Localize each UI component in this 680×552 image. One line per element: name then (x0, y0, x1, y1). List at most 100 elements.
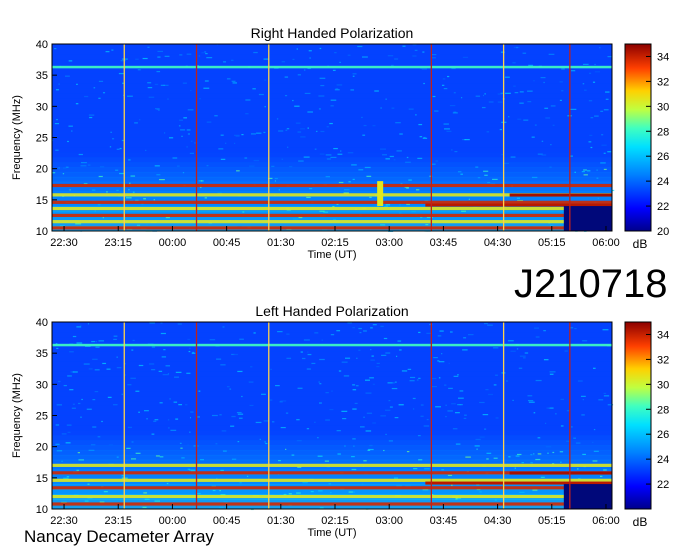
noise-speckle (600, 110, 604, 112)
noise-speckle (61, 433, 67, 435)
noise-speckle (306, 428, 310, 430)
noise-speckle (187, 133, 190, 135)
noise-speckle (561, 68, 565, 70)
noise-speckle (584, 89, 587, 91)
noise-speckle (319, 402, 322, 404)
noise-speckle (581, 414, 585, 416)
noise-speckle (233, 353, 238, 356)
noise-speckle (317, 437, 319, 439)
noise-speckle (237, 440, 240, 443)
noise-speckle (333, 147, 338, 150)
instrument-credit: Nancay Decameter Array (24, 527, 214, 546)
rfi-band (52, 220, 612, 224)
noise-speckle (383, 449, 385, 452)
noise-speckle (111, 49, 114, 51)
noise-speckle (423, 82, 425, 85)
noise-speckle (421, 68, 427, 70)
noise-speckle (531, 136, 535, 138)
noise-speckle (127, 384, 132, 386)
colorbar-label: dB (633, 515, 648, 529)
noise-speckle (574, 327, 577, 330)
noise-speckle (88, 449, 95, 451)
noise-speckle (519, 102, 524, 104)
noise-speckle (318, 490, 323, 492)
noise-speckle (296, 440, 302, 442)
noise-speckle (475, 438, 481, 441)
rfi-band (52, 478, 612, 482)
noise-speckle (417, 157, 423, 160)
noise-speckle (252, 88, 256, 90)
noise-speckle (309, 57, 311, 59)
noise-speckle (68, 60, 73, 62)
noise-speckle (358, 349, 361, 351)
noise-speckle (186, 53, 192, 55)
noise-speckle (135, 199, 139, 201)
noise-speckle (325, 154, 332, 156)
noise-speckle (297, 131, 302, 133)
noise-speckle (154, 419, 159, 421)
noise-speckle (382, 154, 387, 156)
noise-speckle (116, 148, 120, 150)
noise-speckle (177, 165, 180, 167)
y-tick-label: 40 (36, 39, 48, 51)
noise-speckle (284, 95, 288, 97)
noise-speckle (406, 156, 409, 159)
noise-speckle (352, 408, 357, 410)
noise-speckle (494, 499, 497, 501)
noise-speckle (69, 351, 74, 353)
noise-speckle (537, 437, 541, 439)
noise-speckle (94, 390, 99, 393)
noise-speckle (412, 397, 416, 400)
noise-speckle (477, 177, 481, 179)
noise-speckle (71, 130, 73, 132)
noise-speckle (250, 133, 256, 135)
noise-speckle (94, 210, 96, 212)
spectrogram-row (52, 440, 612, 446)
noise-speckle (149, 363, 155, 365)
noise-speckle (535, 379, 542, 382)
noise-speckle (528, 64, 534, 66)
noise-speckle (126, 447, 131, 449)
noise-speckle (190, 411, 194, 413)
noise-speckle (454, 150, 458, 153)
spectrogram-row (52, 142, 612, 148)
noise-speckle (253, 159, 260, 162)
noise-speckle (135, 452, 141, 454)
noise-speckle (157, 56, 161, 58)
noise-speckle (364, 166, 371, 169)
noise-speckle (68, 125, 73, 127)
noise-speckle (398, 212, 402, 214)
noise-speckle (306, 368, 311, 370)
noise-speckle (391, 382, 395, 384)
noise-speckle (447, 474, 453, 477)
noise-speckle (594, 115, 599, 117)
noise-speckle (527, 225, 534, 227)
noise-speckle (158, 370, 163, 372)
noise-speckle (437, 335, 442, 337)
noise-speckle (552, 451, 555, 454)
noise-speckle (361, 483, 364, 485)
noise-speckle (303, 69, 306, 71)
rfi-band (52, 502, 612, 506)
noise-speckle (303, 156, 310, 158)
noise-speckle (389, 406, 393, 408)
noise-speckle (261, 393, 266, 395)
noise-speckle (488, 101, 494, 103)
noise-speckle (516, 197, 521, 199)
noise-speckle (447, 410, 453, 412)
noise-speckle (464, 414, 467, 416)
noise-speckle (264, 106, 266, 108)
noise-speckle (605, 98, 609, 100)
noise-speckle (144, 410, 149, 412)
noise-speckle (289, 166, 293, 168)
noise-speckle (164, 132, 166, 134)
noise-speckle (329, 122, 333, 125)
noise-speckle (297, 74, 301, 76)
noise-speckle (543, 359, 549, 361)
noise-speckle (95, 341, 98, 343)
noise-speckle (363, 124, 367, 127)
noise-speckle (475, 166, 479, 168)
noise-speckle (245, 113, 249, 115)
noise-speckle (385, 352, 391, 354)
y-tick-label: 20 (36, 164, 48, 176)
